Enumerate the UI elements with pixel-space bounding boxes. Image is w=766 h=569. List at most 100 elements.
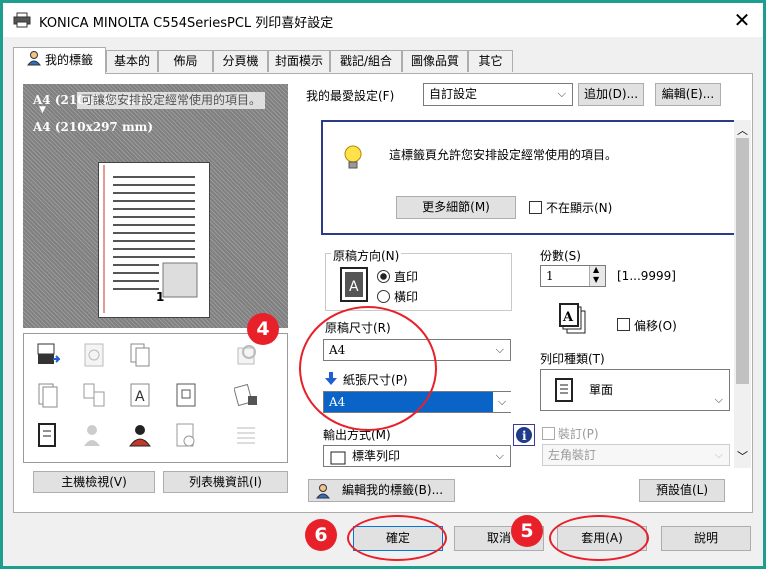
stepper-up-icon[interactable]: ▲ [593, 265, 599, 274]
close-button[interactable]: ✕ [727, 6, 757, 34]
preview-page: 1 [98, 162, 210, 318]
print-output-icon [330, 451, 348, 466]
watermark-icon[interactable] [174, 422, 198, 448]
binding-checkbox[interactable] [542, 427, 555, 440]
copies-stepper[interactable]: ▲ ▼ [589, 265, 605, 286]
svg-text:A: A [562, 310, 574, 325]
poster-icon[interactable] [82, 342, 106, 368]
single-sided-icon [555, 378, 573, 418]
form-icon[interactable] [36, 422, 60, 448]
favorites-value: 自訂設定 [429, 87, 478, 101]
user-icon [315, 483, 331, 505]
stepper-down-icon[interactable]: ▼ [593, 275, 599, 284]
staple-icon[interactable] [36, 382, 60, 408]
step-badge-4: 4 [247, 313, 279, 345]
tab-my-tab[interactable]: 我的標籤 [13, 47, 106, 74]
function-icon-panel: A [23, 333, 288, 463]
step-badge-5: 5 [511, 515, 543, 547]
copies-label: 份數(S) [540, 249, 581, 263]
tab-cover-mode[interactable]: 封面模示 [268, 50, 330, 72]
highlight-ring-ok [347, 515, 447, 561]
print-type-label: 列印種類(T) [540, 352, 605, 366]
tab-other[interactable]: 其它 [468, 50, 513, 72]
svg-text:A: A [349, 279, 359, 295]
booklet-icon[interactable] [82, 382, 106, 408]
dont-show-checkbox[interactable] [529, 201, 542, 214]
user-auth-icon[interactable] [82, 422, 106, 448]
scroll-thumb[interactable] [736, 138, 749, 384]
highlight-ring-apply [549, 515, 649, 561]
offset-label: 偏移(O) [634, 319, 677, 333]
tab-basic[interactable]: 基本的 [106, 50, 158, 72]
chevron-down-icon: ⌵ [714, 448, 723, 461]
preview-arrow-icon: ▼ [39, 105, 46, 115]
copies-icon[interactable] [128, 342, 152, 368]
binding-label: 裝訂(P) [558, 427, 599, 441]
favorites-label: 我的最愛設定(F) [306, 89, 395, 103]
landscape-radio[interactable] [377, 290, 390, 303]
edit-my-tab-button[interactable]: 編輯我的標籤(B)... [308, 479, 455, 502]
portrait-radio[interactable] [377, 270, 390, 283]
printer-info-button[interactable]: 列表機資訊(I) [163, 471, 288, 493]
document-icon[interactable] [174, 382, 198, 408]
svg-text:i: i [522, 429, 527, 443]
binding-value: 左角裝訂 [548, 448, 597, 462]
tab-quality[interactable]: 圖像品質 [402, 50, 468, 72]
output-method-value: 標準列印 [352, 449, 401, 463]
print-queue-icon[interactable] [36, 342, 62, 368]
orientation-label: 原稿方向(N) [331, 247, 402, 264]
secure-print-icon[interactable] [233, 382, 258, 408]
scroll-down-icon[interactable]: ﹀ [737, 448, 748, 464]
printer-view-button[interactable]: 主機檢視(V) [33, 471, 155, 493]
window-title: KONICA MINOLTA C554SeriesPCL 列印喜好設定 [39, 16, 334, 31]
portrait-page-icon: A [340, 267, 370, 306]
lightbulb-icon [343, 144, 363, 175]
print-type-select[interactable]: 單面 ⌵ [540, 369, 730, 411]
rotate-icon[interactable] [234, 342, 258, 368]
chevron-down-icon: ⌵ [714, 393, 723, 406]
help-button[interactable]: 說明 [661, 526, 751, 551]
print-type-value: 單面 [589, 383, 614, 397]
printer-icon [13, 12, 31, 28]
chevron-down-icon: ⌵ [495, 343, 504, 356]
preferences-window: KONICA MINOLTA C554SeriesPCL 列印喜好設定 ✕ 我的… [3, 3, 763, 566]
more-details-button[interactable]: 更多細節(M) [396, 196, 516, 219]
info-box: 這標籤頁允許您安排設定經常使用的項目。 更多細節(M) 不在顯示(N) [321, 120, 750, 235]
copies-value: 1 [546, 269, 554, 283]
tab-stamp-composition[interactable]: 戳記/組合 [330, 50, 402, 72]
chevron-down-icon: ⌵ [557, 87, 566, 100]
preview-page-number: 1 [156, 290, 165, 304]
scroll-up-icon[interactable]: ︿ [737, 122, 748, 138]
title-bar: KONICA MINOLTA C554SeriesPCL 列印喜好設定 ✕ [3, 3, 763, 37]
tab-layout[interactable]: 佈局 [158, 50, 213, 72]
tab-label: 我的標籤 [44, 53, 93, 67]
defaults-button[interactable]: 預設值(L) [639, 479, 725, 502]
svg-text:A: A [135, 389, 145, 405]
account-track-icon[interactable] [128, 422, 152, 448]
edit-my-tab-label: 編輯我的標籤(B)... [341, 483, 444, 497]
info-message: 這標籤頁允許您安排設定經常使用的項目。 [389, 148, 618, 162]
copies-range: [1...9999] [617, 269, 676, 283]
portrait-label: 直印 [394, 270, 419, 284]
offset-checkbox[interactable] [617, 318, 630, 331]
edit-favorite-button[interactable]: 編輯(E)... [655, 83, 721, 106]
pages-icon[interactable] [234, 422, 258, 448]
binding-select[interactable]: 左角裝訂 ⌵ [542, 444, 730, 466]
page-preview: A4 (210x297 mm) ▼ A4 (210x297 mm) 可讓您安排設… [23, 84, 288, 328]
tooltip: 可讓您安排設定經常使用的項目。 [77, 92, 266, 109]
tab-finishing[interactable]: 分頁機 [213, 50, 268, 72]
info-icon[interactable]: i [513, 424, 535, 446]
user-icon [26, 50, 42, 72]
output-method-select[interactable]: 標準列印 ⌵ [323, 445, 511, 467]
step-badge-6: 6 [305, 519, 337, 551]
settings-scrollbar[interactable]: ︿ ﹀ [734, 120, 751, 468]
font-icon[interactable]: A [128, 382, 152, 408]
landscape-label: 橫印 [394, 290, 419, 304]
offset-stack-icon: A [559, 303, 589, 340]
favorites-select[interactable]: 自訂設定 ⌵ [423, 83, 573, 106]
chevron-down-icon: ⌵ [495, 449, 504, 462]
highlight-ring-size [299, 306, 437, 431]
dont-show-label: 不在顯示(N) [546, 201, 613, 215]
chevron-down-icon: ⌵ [493, 392, 511, 412]
add-favorite-button[interactable]: 追加(D)... [578, 83, 644, 106]
